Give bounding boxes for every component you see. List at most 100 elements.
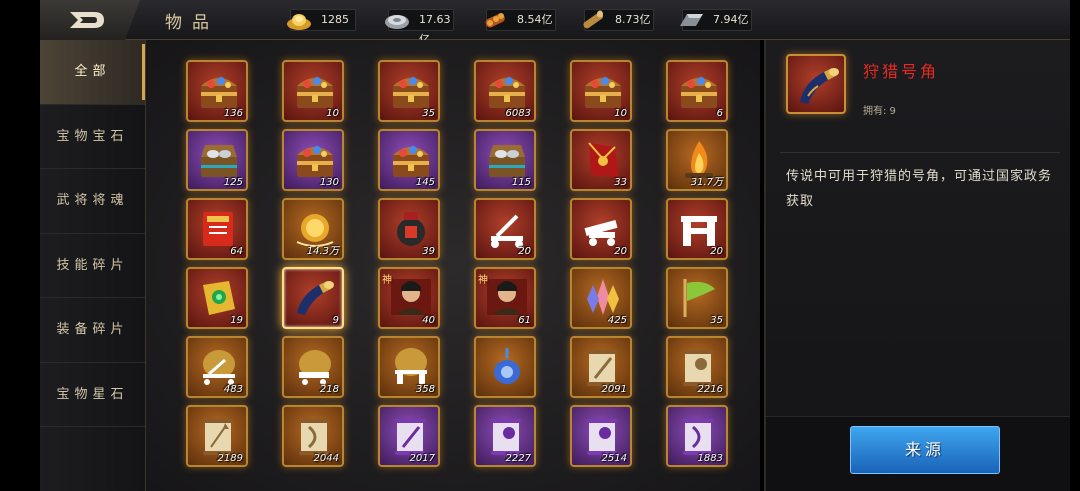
scroll-spear-icon <box>203 419 233 455</box>
tab-treasure-gems[interactable]: 宝物宝石 <box>40 105 145 169</box>
item-count: 2216 <box>697 384 723 395</box>
tab-skill-fragments[interactable]: 技能碎片 <box>40 234 145 298</box>
gold-ingot-icon <box>285 6 313 34</box>
screen-edge-left <box>0 0 40 491</box>
item-slot[interactable]: 19 <box>186 267 248 329</box>
item-slot[interactable]: 14.3万 <box>282 198 344 260</box>
item-slot[interactable]: 2216 <box>666 336 728 398</box>
treasure-chest-icon <box>393 146 429 177</box>
item-slot[interactable]: 1883 <box>666 405 728 467</box>
item-count: 20 <box>518 246 531 257</box>
resource-grain[interactable]: 8.54亿 <box>485 9 556 31</box>
item-slot[interactable]: 218 <box>282 336 344 398</box>
cannon-icon <box>584 219 618 246</box>
item-slot[interactable]: 2044 <box>282 405 344 467</box>
item-slot[interactable]: 2017 <box>378 405 440 467</box>
item-slot[interactable]: 35 <box>666 267 728 329</box>
treasure-chest-icon <box>297 146 333 177</box>
divider <box>780 152 1060 153</box>
item-count: 2514 <box>601 453 627 464</box>
blue-pendant-icon <box>494 347 520 384</box>
item-count: 64 <box>230 246 243 257</box>
item-slot[interactable]: 125 <box>186 129 248 191</box>
item-slot[interactable]: 2227 <box>474 405 536 467</box>
resource-iron[interactable]: 7.94亿 <box>680 9 752 31</box>
item-count: 40 <box>422 315 435 326</box>
scroll-bow-icon <box>299 419 329 455</box>
item-count: 31.7万 <box>690 177 723 188</box>
item-slot[interactable]: 6 <box>666 60 728 122</box>
item-slot[interactable]: 483 <box>186 336 248 398</box>
item-count: 136 <box>223 108 243 119</box>
item-count: 39 <box>422 246 435 257</box>
back-button[interactable] <box>40 0 140 40</box>
tab-all[interactable]: 全部 <box>40 40 145 105</box>
item-count: 61 <box>518 315 531 326</box>
resource-wood[interactable]: 8.73亿 <box>583 9 654 31</box>
item-slot[interactable]: 20 <box>474 198 536 260</box>
purple-scroll-bow-icon <box>683 419 713 455</box>
item-count: 218 <box>319 384 339 395</box>
scroll-sword-icon <box>587 350 617 386</box>
item-detail-panel: 狩猎号角 拥有: 9 传说中可用于狩猎的号角，可通过国家政务获取 来源 <box>764 40 1070 491</box>
item-slot[interactable]: 31.7万 <box>666 129 728 191</box>
item-slot[interactable]: 2514 <box>570 405 632 467</box>
item-slot[interactable]: 20 <box>666 198 728 260</box>
gate-tower-icon <box>681 216 717 246</box>
item-slot[interactable]: 35 <box>378 60 440 122</box>
item-slot[interactable]: 130 <box>282 129 344 191</box>
tab-treasure-starstones[interactable]: 宝物星石 <box>40 363 145 427</box>
item-grid: 136 10 35 6083 10 6 125 130 145 115 33 31.7万 64 14.3万… <box>146 40 760 491</box>
item-slot[interactable] <box>474 336 536 398</box>
catapult-icon <box>491 214 523 248</box>
item-count: 19 <box>230 315 243 326</box>
screen-edge-right <box>1070 0 1080 491</box>
item-slot[interactable]: 2091 <box>570 336 632 398</box>
item-slot[interactable]: 64 <box>186 198 248 260</box>
tab-equipment-fragments[interactable]: 装备碎片 <box>40 298 145 363</box>
treasure-chest-icon <box>297 77 333 108</box>
divine-badge: 神 <box>382 275 392 286</box>
item-slot[interactable]: 10 <box>570 60 632 122</box>
item-count: 14.3万 <box>306 246 339 257</box>
treasure-chest-icon <box>681 77 717 108</box>
tab-general-souls[interactable]: 武将将魂 <box>40 169 145 234</box>
item-slot[interactable]: 136 <box>186 60 248 122</box>
item-slot[interactable]: 神 61 <box>474 267 536 329</box>
item-count: 2044 <box>313 453 339 464</box>
source-button[interactable]: 来源 <box>850 426 1000 474</box>
item-count: 130 <box>319 177 339 188</box>
resource-value: 8.73亿 <box>615 13 651 26</box>
item-name: 狩猎号角 <box>863 62 940 81</box>
item-slot[interactable]: 33 <box>570 129 632 191</box>
resource-silver[interactable]: 17.63亿 <box>385 9 454 46</box>
item-slot[interactable]: 9 <box>282 267 344 329</box>
hunting-horn-icon <box>297 281 334 315</box>
item-count: 20 <box>710 246 723 257</box>
item-count: 9 <box>332 315 339 326</box>
item-slot[interactable]: 6083 <box>474 60 536 122</box>
wine-jar-icon <box>397 212 425 246</box>
item-slot[interactable]: 39 <box>378 198 440 260</box>
resource-gold-ingot[interactable]: 1285 <box>287 9 356 31</box>
item-count: 10 <box>326 108 339 119</box>
cannon-bag-icon <box>299 350 331 385</box>
item-count: 6083 <box>505 108 531 119</box>
item-slot[interactable]: 2189 <box>186 405 248 467</box>
item-slot[interactable]: 425 <box>570 267 632 329</box>
item-count: 145 <box>415 177 435 188</box>
item-slot[interactable]: 神 40 <box>378 267 440 329</box>
crystal-cluster-icon <box>587 279 619 315</box>
item-slot[interactable]: 10 <box>282 60 344 122</box>
top-bar: 物品 1285 17.63亿 8.54亿 8.73亿 7.94亿 <box>40 0 1070 46</box>
purple-scroll-sword-icon <box>395 419 425 455</box>
item-slot[interactable]: 20 <box>570 198 632 260</box>
silver-chest-icon <box>489 145 525 177</box>
treasure-chest-icon <box>585 77 621 108</box>
item-count: 2017 <box>409 453 435 464</box>
item-slot[interactable]: 115 <box>474 129 536 191</box>
red-envelope-icon <box>588 142 619 177</box>
item-count: 2091 <box>601 384 627 395</box>
item-slot[interactable]: 358 <box>378 336 440 398</box>
item-slot[interactable]: 145 <box>378 129 440 191</box>
